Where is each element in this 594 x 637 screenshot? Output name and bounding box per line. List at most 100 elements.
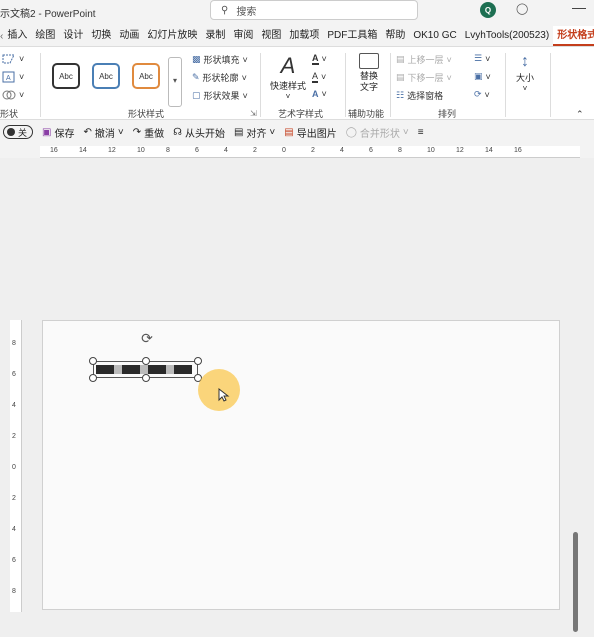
group-label-arrange: 排列 xyxy=(438,109,457,119)
undo-button[interactable]: ↶ 撤消 ˅ xyxy=(83,125,123,140)
group-objects-button[interactable]: ▣ ˅ xyxy=(474,71,491,82)
text-outline-button[interactable]: A ˅ xyxy=(312,71,326,83)
ruler-tick-label: 4 xyxy=(340,147,344,154)
export-image-button[interactable]: ▤ 导出图片 xyxy=(284,125,336,140)
tab-ok10[interactable]: OK10 GC xyxy=(409,26,460,46)
text-fill-button[interactable]: A ˅ xyxy=(312,53,327,65)
vertical-scrollbar[interactable] xyxy=(573,532,578,632)
bring-forward-icon: ▤ xyxy=(396,54,405,64)
vertical-ruler: 8 6 4 2 0 2 4 6 8 xyxy=(10,320,22,612)
ruler-tick-label: 16 xyxy=(514,147,522,154)
separator xyxy=(550,53,551,117)
shape-styles-more-icon[interactable]: ▾ xyxy=(168,57,182,107)
group-icon: ▣ xyxy=(474,71,483,81)
tab-record[interactable]: 录制 xyxy=(201,26,229,46)
resize-handle-top-left[interactable] xyxy=(89,357,97,365)
shape-fill-button[interactable]: ▩ 形状填充 ˅ xyxy=(192,53,248,66)
ruler-tick-label: 6 xyxy=(12,557,16,564)
shape-style-preset-2[interactable]: Abc xyxy=(92,63,120,89)
separator xyxy=(505,53,506,117)
ruler-tick-label: 12 xyxy=(456,147,464,154)
separator xyxy=(40,53,41,117)
text-box-icon[interactable]: A ˅ xyxy=(2,71,24,83)
paint-bucket-icon: ▩ xyxy=(192,54,201,64)
merge-shapes-icon[interactable]: ˅ xyxy=(2,89,24,101)
align-button[interactable]: ▤ 对齐 ˅ xyxy=(234,125,275,140)
horizontal-ruler: 16 14 12 10 8 6 4 2 0 2 4 6 8 10 12 14 16 xyxy=(40,146,580,158)
search-icon: ⚲ xyxy=(221,4,229,16)
ruler-tick-label: 8 xyxy=(398,147,402,154)
tab-review[interactable]: 审阅 xyxy=(229,26,257,46)
group-label-wordart: 艺术字样式 xyxy=(278,109,324,119)
tab-transitions[interactable]: 切换 xyxy=(87,26,115,46)
send-backward-button[interactable]: ▤ 下移一层 ˅ xyxy=(396,71,452,84)
rotate-handle-icon[interactable]: ⟳ xyxy=(139,330,155,346)
group-label-insert-shapes: 形状 xyxy=(0,109,19,119)
resize-handle-bottom[interactable] xyxy=(142,374,150,382)
separator xyxy=(345,53,346,117)
text-effects-button[interactable]: A ˅ xyxy=(312,89,327,99)
selection-pane-button[interactable]: ☷ 选择窗格 xyxy=(396,89,443,102)
text-outline-icon: A xyxy=(312,71,319,83)
tab-draw[interactable]: 绘图 xyxy=(31,26,59,46)
size-button[interactable]: ↕ 大小 ˅ xyxy=(512,53,538,103)
minimize-button[interactable] xyxy=(572,8,586,9)
ribbon: ˅ A ˅ ˅ 形状 Abc Abc Abc ▾ ▩ 形状填充 ˅ ✎ 形状轮廓 ˅ … xyxy=(0,46,594,120)
separator xyxy=(390,53,391,117)
tab-shape-format[interactable]: 形状格式 xyxy=(553,26,594,46)
ruler-tick-label: 14 xyxy=(485,147,493,154)
tab-design[interactable]: 设计 xyxy=(59,26,87,46)
group-label-shape-styles: 形状样式 xyxy=(128,109,165,119)
redo-button[interactable]: ↷ 重做 xyxy=(133,125,164,140)
tab-help[interactable]: 帮助 xyxy=(381,26,409,46)
edit-shape-icon[interactable]: ˅ xyxy=(2,53,24,65)
merge-icon: ◯ xyxy=(345,126,357,138)
from-start-button[interactable]: ☊ 从头开始 xyxy=(173,125,225,140)
tab-view[interactable]: 视图 xyxy=(257,26,285,46)
lightbulb-icon[interactable]: ◯ xyxy=(516,2,528,18)
dashed-line-shape[interactable] xyxy=(96,365,196,374)
resize-handle-top-right[interactable] xyxy=(194,357,202,365)
quick-styles-button[interactable]: A 快速样式 ˅ xyxy=(268,53,308,101)
send-backward-icon: ▤ xyxy=(396,72,405,82)
shape-style-preset-1[interactable]: Abc xyxy=(52,63,80,89)
search-box[interactable]: ⚲ 搜索 xyxy=(210,0,418,20)
shape-style-preset-3[interactable]: Abc xyxy=(132,63,160,89)
customize-toolbar-icon[interactable]: ≡ xyxy=(418,127,424,138)
group-label-accessibility: 辅助功能 xyxy=(348,109,385,119)
tab-insert[interactable]: 插入 xyxy=(3,26,31,46)
separator xyxy=(260,53,261,117)
ruler-tick-label: 10 xyxy=(137,147,145,154)
ruler-tick-label: 8 xyxy=(12,340,16,347)
title-bar: 示文稿2 - PowerPoint ⚲ 搜索 Q ◯ xyxy=(0,0,594,24)
dialog-launcher-icon[interactable]: ⇲ xyxy=(250,109,257,118)
save-button[interactable]: ▣ 保存 xyxy=(42,125,74,140)
ruler-tick-label: 16 xyxy=(50,147,58,154)
tab-animations[interactable]: 动画 xyxy=(115,26,143,46)
text-fill-icon: A xyxy=(312,53,319,65)
resize-handle-bottom-left[interactable] xyxy=(89,374,97,382)
tab-slideshow[interactable]: 幻灯片放映 xyxy=(143,26,201,46)
merge-shapes-button[interactable]: ◯ 合并形状 ˅ xyxy=(346,125,409,140)
align-objects-button[interactable]: ☰ ˅ xyxy=(474,53,490,64)
rotate-objects-button[interactable]: ⟳ ˅ xyxy=(474,89,490,100)
resize-handle-top[interactable] xyxy=(142,357,150,365)
shape-outline-button[interactable]: ✎ 形状轮廓 ˅ xyxy=(192,71,247,84)
shape-effects-button[interactable]: ▢ 形状效果 ˅ xyxy=(192,89,248,102)
bring-forward-button[interactable]: ▤ 上移一层 ˅ xyxy=(396,53,452,66)
tab-lvyhtools[interactable]: LvyhTools(200523) xyxy=(461,26,554,46)
autosave-toggle[interactable]: 关 xyxy=(3,125,33,139)
ruler-tick-label: 12 xyxy=(108,147,116,154)
effects-icon: ▢ xyxy=(192,90,201,100)
ruler-tick-label: 8 xyxy=(166,147,170,154)
ruler-tick-label: 2 xyxy=(311,147,315,154)
ruler-tick-label: 2 xyxy=(253,147,257,154)
tab-pdf-toolbox[interactable]: PDF工具箱 xyxy=(323,26,381,46)
align-icon: ☰ xyxy=(474,53,483,63)
selection-pane-icon: ☷ xyxy=(396,90,405,100)
tab-addins[interactable]: 加载项 xyxy=(285,26,323,46)
collapse-ribbon-icon[interactable]: ⌃ xyxy=(576,109,584,120)
alt-text-button[interactable]: 替换文字 xyxy=(352,53,386,103)
wordart-a-icon: A xyxy=(280,53,296,78)
avatar[interactable]: Q xyxy=(480,2,496,18)
